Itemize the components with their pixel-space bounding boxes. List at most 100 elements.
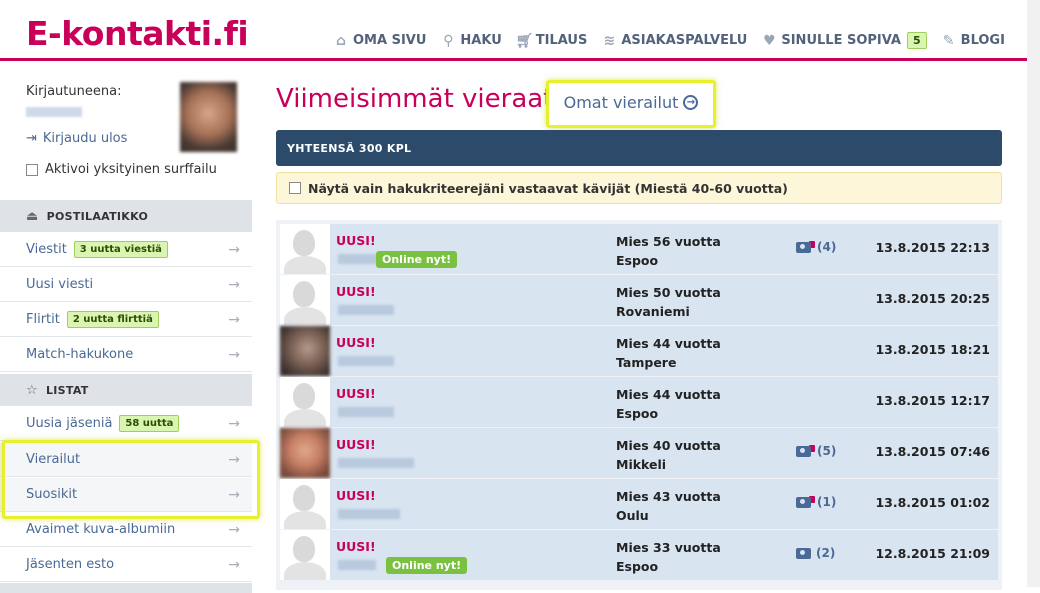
section-postilaatikko-title: POSTILAATIKKO (46, 209, 149, 223)
new-label: UUSI! (336, 386, 376, 401)
visitor-thumbnail[interactable] (280, 428, 330, 478)
site-logo[interactable]: E-kontakti.fi (26, 14, 249, 53)
visit-time: 13.8.2015 07:46 (875, 444, 990, 459)
visitor-info: Mies 50 vuotta Rovaniemi (616, 283, 721, 321)
new-label: UUSI! (336, 488, 376, 503)
home-icon: ⌂ (335, 32, 347, 49)
nav-blogi-label: BLOGI (960, 33, 1005, 48)
nav-oma-sivu-label: OMA SIVU (353, 33, 427, 48)
private-surf-toggle[interactable]: Aktivoi yksityinen surffailu (26, 162, 217, 177)
nav-tilaus-label: TILAUS (535, 33, 588, 48)
visitor-row[interactable]: UUSI! Mies 40 vuotta Mikkeli (5) 13.8.20… (280, 428, 998, 478)
online-badge: Online nyt! (386, 557, 468, 574)
pencil-icon: ✎ (942, 32, 955, 49)
sidebar-item-jasenten-esto[interactable]: Jäsenten esto → (0, 548, 252, 582)
visitor-thumbnail[interactable] (280, 326, 330, 376)
nickname-blurred[interactable] (338, 458, 414, 468)
sidebar-item-match-hakukone[interactable]: Match-hakukone → (0, 338, 252, 372)
sidebar-item-flirtit[interactable]: Flirtit 2 uutta flirttiä → (0, 303, 252, 337)
logout-link[interactable]: ⇥ Kirjaudu ulos (26, 131, 127, 146)
nav-asiakaspalvelu-label: ASIAKASPALVELU (621, 33, 748, 48)
sidebar-item-viestit[interactable]: Viestit 3 uutta viestiä → (0, 233, 252, 267)
album-link[interactable]: (1) (796, 495, 836, 509)
visitor-list: UUSI! Online nyt! Mies 56 vuotta Espoo (… (276, 220, 1002, 590)
visitor-row[interactable]: UUSI! Mies 44 vuotta Tampere 13.8.2015 1… (280, 326, 998, 376)
visitor-thumbnail[interactable] (280, 275, 330, 325)
filter-toggle[interactable]: Näytä vain hakukriteerejäni vastaavat kä… (276, 172, 1002, 204)
new-label: UUSI! (336, 233, 376, 248)
visitor-row[interactable]: UUSI! Mies 50 vuotta Rovaniemi 13.8.2015… (280, 275, 998, 325)
filter-checkbox[interactable] (289, 182, 301, 194)
album-link[interactable]: (5) (796, 444, 836, 458)
page-scrollbar[interactable] (1027, 0, 1040, 587)
nav-blogi[interactable]: ✎ BLOGI (941, 33, 1005, 49)
arrow-right-icon: → (228, 556, 240, 573)
visit-time: 13.8.2015 22:13 (875, 240, 990, 255)
nickname-blurred[interactable] (338, 356, 394, 366)
arrow-right-icon: → (228, 521, 240, 538)
visitor-city: Espoo (616, 406, 659, 421)
highlight-annotation (2, 440, 260, 519)
visit-time: 13.8.2015 18:21 (875, 342, 990, 357)
photo-count: (5) (817, 444, 837, 458)
section-listat-title: LISTAT (45, 383, 89, 397)
visitor-city: Tampere (616, 355, 677, 370)
visitor-thumbnail[interactable] (280, 377, 330, 427)
photo-count: (2) (816, 546, 836, 560)
section-listat: ☆ LISTAT (0, 374, 252, 406)
visitor-city: Espoo (616, 253, 659, 268)
logged-in-label: Kirjautuneena: (26, 84, 122, 99)
visitor-row[interactable]: UUSI! Mies 43 vuotta Oulu (1) 13.8.2015 … (280, 479, 998, 529)
visitor-info: Mies 56 vuotta Espoo (616, 232, 721, 270)
nav-sinulle-sopiva[interactable]: ♥ SINULLE SOPIVA 5 (761, 32, 927, 49)
total-count-bar: YHTEENSÄ 300 KPL (276, 130, 1002, 166)
nav-tilaus[interactable]: 🛒︎ TILAUS (516, 33, 588, 49)
sidebar-item-uusi-viesti[interactable]: Uusi viesti → (0, 268, 252, 302)
sidebar-item-label: Viestit (26, 242, 67, 257)
nickname-blurred[interactable] (338, 305, 394, 315)
new-flirts-badge: 2 uutta flirttiä (66, 311, 159, 328)
sidebar-item-label: Jäsenten esto (26, 557, 115, 572)
visitor-info: Mies 43 vuotta Oulu (616, 487, 721, 525)
heart-icon: ♥ (763, 32, 776, 49)
visit-time: 12.8.2015 21:09 (875, 546, 990, 561)
visitor-age: Mies 44 vuotta (616, 387, 721, 402)
cart-icon: 🛒︎ (515, 32, 534, 49)
nav-oma-sivu[interactable]: ⌂ OMA SIVU (333, 33, 426, 49)
visitor-age: Mies 44 vuotta (616, 336, 721, 351)
visitor-info: Mies 44 vuotta Tampere (616, 334, 721, 372)
photo-count: (1) (817, 495, 837, 509)
visitor-row[interactable]: UUSI! Mies 44 vuotta Espoo 13.8.2015 12:… (280, 377, 998, 427)
sidebar-item-uusia-jasenia[interactable]: Uusia jäseniä 58 uutta → (0, 407, 252, 441)
private-surf-checkbox[interactable] (26, 163, 38, 176)
sidebar-item-label: Avaimet kuva-albumiin (26, 522, 176, 537)
page-title: Viimeisimmät vieraat (276, 84, 554, 114)
visitor-thumbnail[interactable] (280, 479, 330, 529)
private-surf-label: Aktivoi yksityinen surffailu (45, 162, 217, 177)
sidebar-item-label: Uusia jäseniä (26, 416, 113, 431)
user-avatar[interactable] (180, 82, 237, 152)
nav-asiakaspalvelu[interactable]: ≋ ASIAKASPALVELU (601, 33, 747, 49)
nav-haku[interactable]: ⚲ HAKU (440, 33, 501, 49)
album-link[interactable]: (2) (796, 546, 835, 560)
new-members-badge: 58 uutta (119, 415, 180, 432)
visitor-thumbnail[interactable] (280, 530, 330, 580)
visit-time: 13.8.2015 20:25 (875, 291, 990, 306)
visitor-age: Mies 50 vuotta (616, 285, 721, 300)
highlight-annotation (546, 80, 716, 128)
nickname-blurred[interactable] (338, 560, 376, 570)
nav-sinulle-sopiva-label: SINULLE SOPIVA (781, 33, 901, 48)
nickname-blurred[interactable] (338, 509, 400, 519)
visitor-city: Mikkeli (616, 457, 667, 472)
visitor-row[interactable]: UUSI! Online nyt! Mies 56 vuotta Espoo (… (280, 224, 998, 274)
visit-time: 13.8.2015 01:02 (875, 495, 990, 510)
album-link[interactable]: (4) (796, 240, 836, 254)
arrow-right-icon: → (228, 346, 240, 363)
visitor-thumbnail[interactable] (280, 224, 330, 274)
nickname-blurred[interactable] (338, 407, 394, 417)
new-messages-badge: 3 uutta viestiä (73, 241, 168, 258)
new-label: UUSI! (336, 437, 376, 452)
main-nav: ⌂ OMA SIVU ⚲ HAKU 🛒︎ TILAUS ≋ ASIAKASPAL… (333, 32, 1019, 49)
visitor-row[interactable]: UUSI! Online nyt! Mies 33 vuotta Espoo (… (280, 530, 998, 580)
section-postilaatikko: ⏏ POSTILAATIKKO (0, 200, 252, 232)
